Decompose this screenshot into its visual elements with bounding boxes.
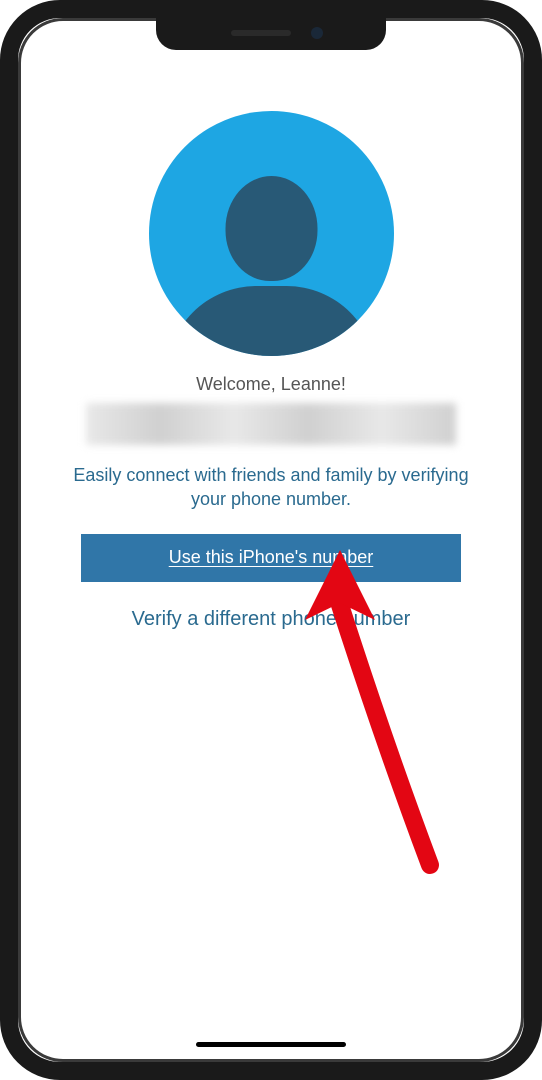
onboarding-content: Welcome, Leanne! Easily connect with fri…	[21, 21, 521, 631]
verify-different-number-link[interactable]: Verify a different phone number	[132, 608, 411, 631]
use-this-number-button[interactable]: Use this iPhone's number	[81, 534, 461, 582]
phone-screen: Welcome, Leanne! Easily connect with fri…	[21, 21, 521, 1059]
person-silhouette-icon	[149, 121, 394, 356]
volume-up-button	[0, 200, 2, 268]
phone-notch	[156, 18, 386, 50]
volume-down-button	[0, 285, 2, 353]
welcome-greeting: Welcome, Leanne!	[196, 374, 346, 395]
home-indicator[interactable]	[196, 1042, 346, 1047]
mute-switch	[0, 130, 2, 168]
avatar-placeholder	[149, 111, 394, 356]
verify-instruction: Easily connect with friends and family b…	[51, 463, 491, 512]
redacted-email	[86, 403, 456, 445]
